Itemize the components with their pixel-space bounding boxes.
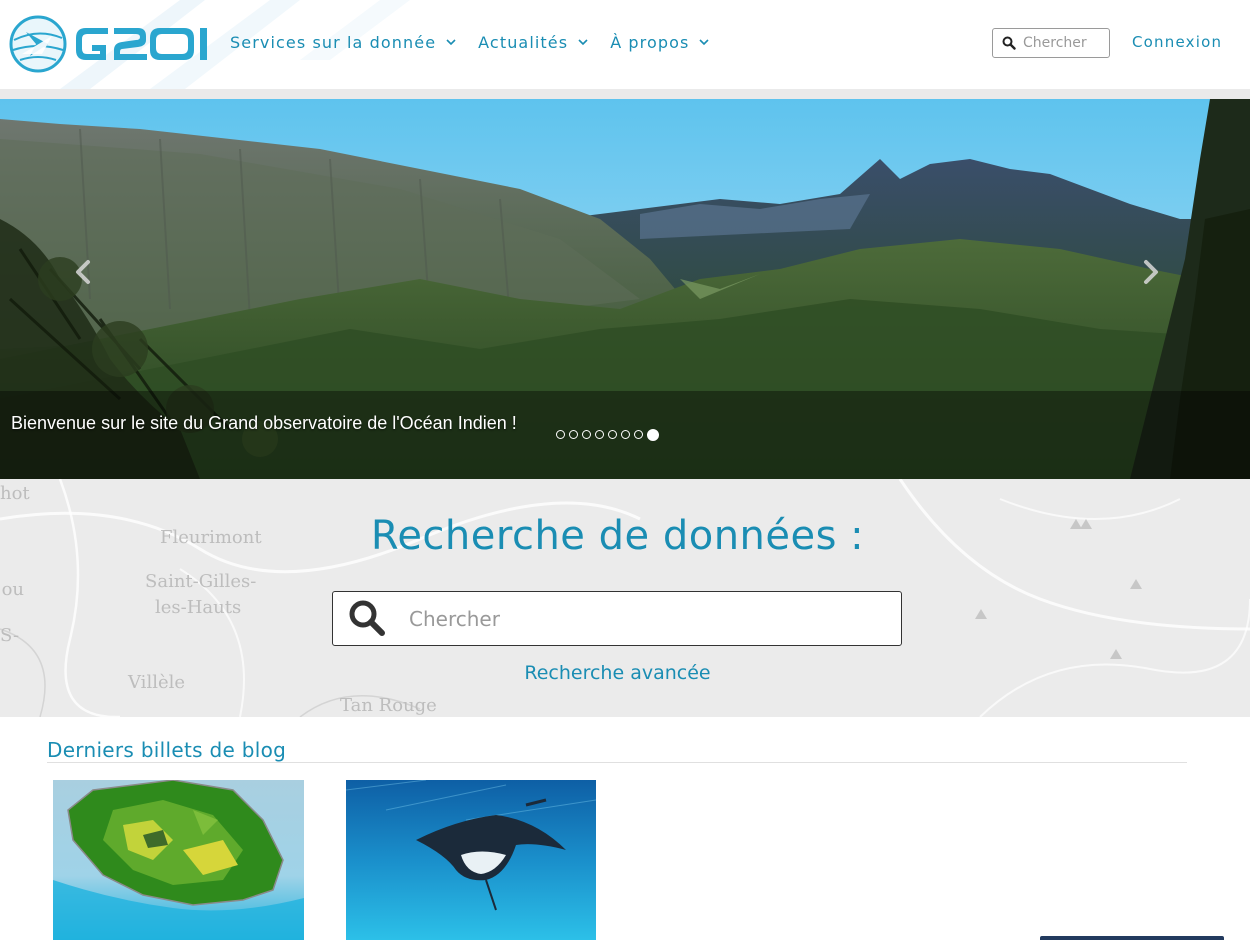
carousel-dot-7[interactable] (634, 430, 643, 439)
blog-card-manta[interactable] (346, 780, 596, 940)
blog-card-reunion[interactable] (53, 780, 304, 940)
carousel-dot-3[interactable] (582, 430, 591, 439)
carousel-dot-6[interactable] (621, 430, 630, 439)
map-label: les-Hauts (155, 597, 242, 618)
header-search-input[interactable] (1023, 33, 1103, 53)
search-icon[interactable] (347, 598, 387, 638)
carousel-indicators (556, 429, 659, 441)
data-search-input[interactable] (409, 604, 879, 634)
nav-apropos-label: À propos (610, 32, 690, 52)
nav-services[interactable]: Services sur la donnée (230, 30, 456, 54)
chevron-down-icon (699, 39, 710, 46)
advanced-search-link[interactable]: Recherche avancée (0, 662, 1235, 684)
nav-actualites-label: Actualités (478, 32, 569, 52)
map-label: Tan Rouge (340, 695, 437, 716)
header-search (992, 28, 1110, 58)
nav-apropos[interactable]: À propos (610, 30, 710, 54)
header-divider (0, 89, 1250, 99)
chevron-right-icon[interactable] (1138, 259, 1164, 285)
map-label: Saint-Gilles- (145, 571, 257, 592)
chevron-down-icon (578, 39, 588, 46)
main-nav: Services sur la donnée Actualités À prop… (230, 30, 731, 54)
search-icon[interactable] (1002, 36, 1016, 50)
data-search-title: Recherche de données : (370, 513, 865, 559)
carousel-dot-8[interactable] (647, 429, 659, 441)
bottom-floating-tab[interactable] (1040, 936, 1224, 940)
data-search-box (332, 591, 902, 646)
carousel-dot-5[interactable] (608, 430, 617, 439)
map-label: S- (0, 625, 20, 646)
chevron-left-icon[interactable] (70, 259, 96, 285)
map-label: hot (0, 483, 30, 504)
data-search-section: Fleurimont Saint-Gilles- les-Hauts Villè… (0, 479, 1250, 717)
site-header: Services sur la donnée Actualités À prop… (0, 0, 1250, 90)
carousel-caption: Bienvenue sur le site du Grand observato… (11, 413, 517, 433)
chevron-down-icon (446, 39, 456, 46)
carousel-dot-4[interactable] (595, 430, 604, 439)
login-link[interactable]: Connexion (1132, 33, 1222, 51)
hero-carousel: Bienvenue sur le site du Grand observato… (0, 99, 1250, 479)
reunion-island-map-image (53, 780, 304, 940)
blog-section-title: Derniers billets de blog (47, 738, 287, 762)
blog-divider (47, 762, 1187, 763)
nav-actualites[interactable]: Actualités (478, 30, 588, 54)
manta-ray-image (346, 780, 596, 940)
carousel-dot-1[interactable] (556, 430, 565, 439)
nav-services-label: Services sur la donnée (230, 32, 437, 52)
g2oi-logo[interactable] (8, 14, 212, 74)
carousel-dot-2[interactable] (569, 430, 578, 439)
map-label: jou (0, 579, 25, 600)
